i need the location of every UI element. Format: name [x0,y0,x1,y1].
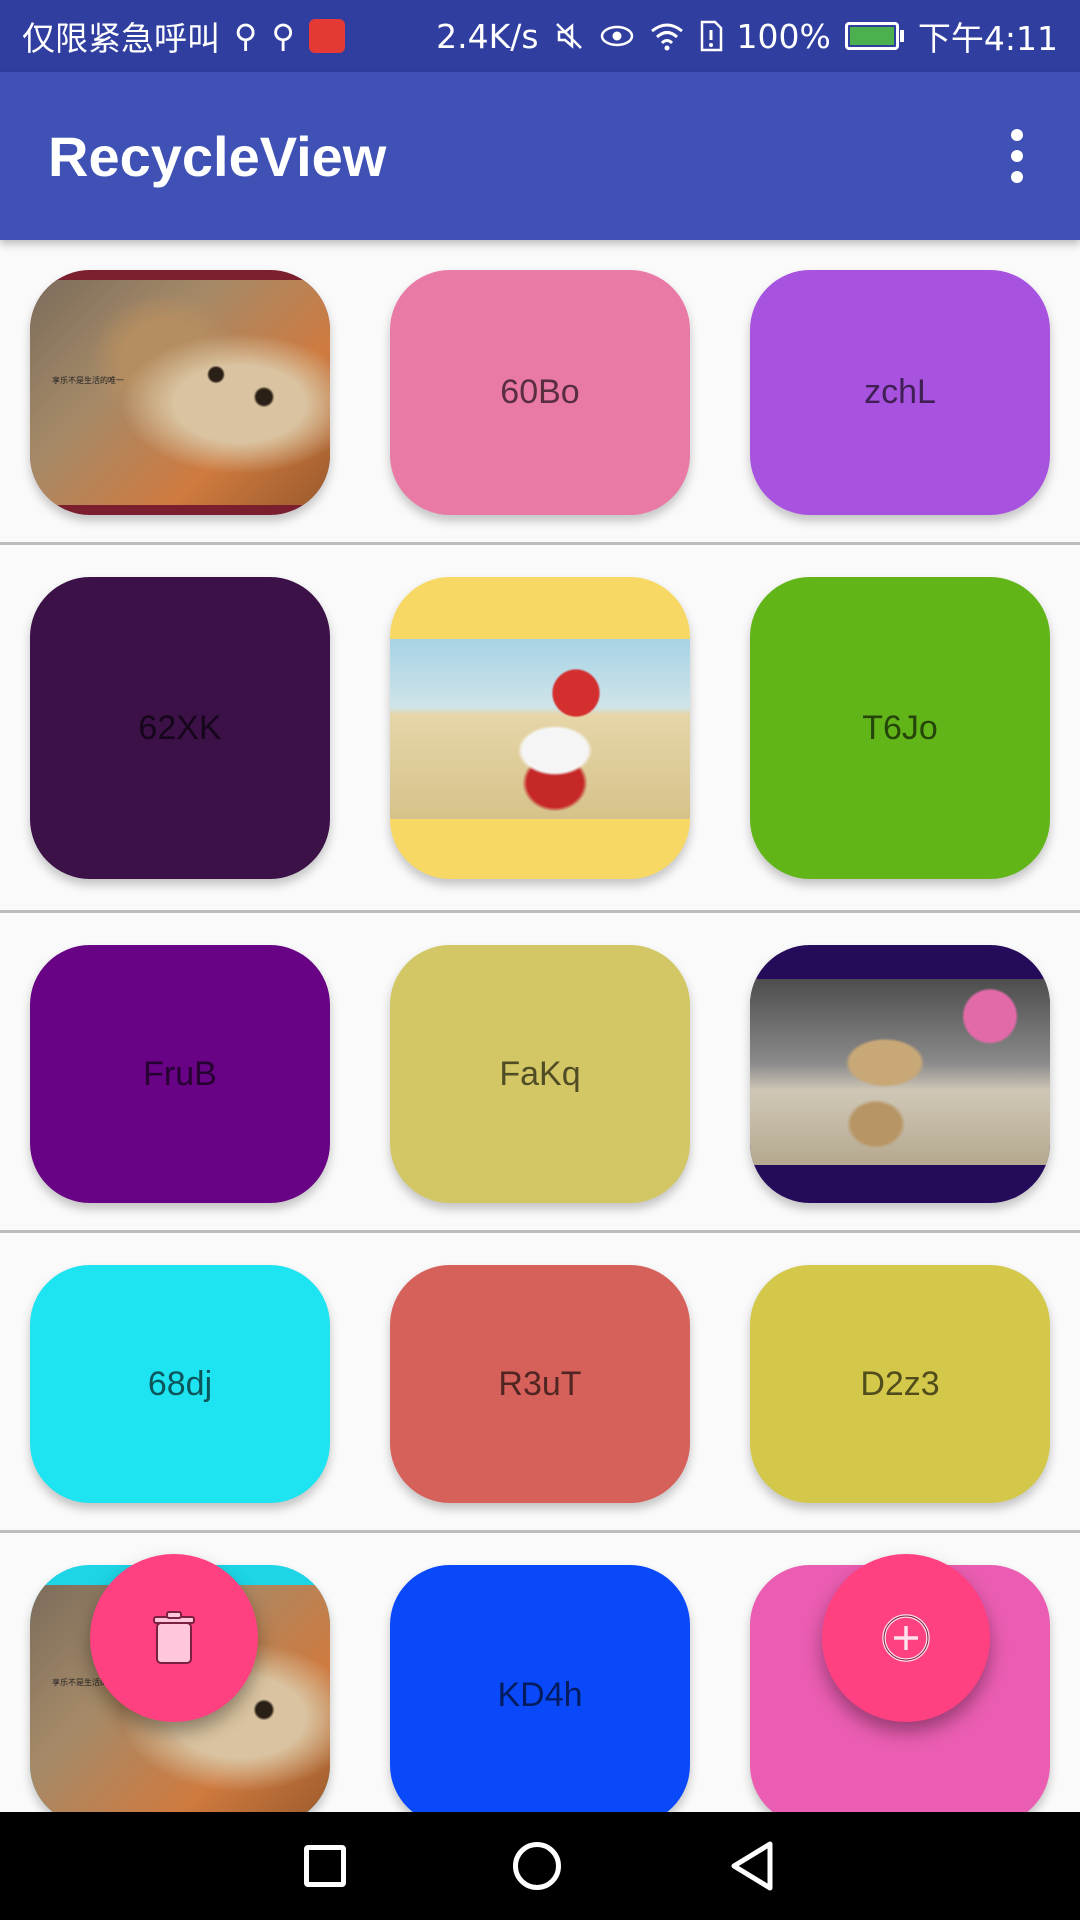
grid-card[interactable]: 68dj [30,1265,330,1503]
grid-card[interactable]: FruB [30,945,330,1203]
cat-photo [30,280,330,505]
grid-card-image[interactable] [750,945,1050,1203]
card-label: KD4h [497,1675,583,1714]
grid-row: 62XK T6Jo [0,545,1080,913]
card-label: zchL [864,373,936,411]
status-bar: 仅限紧急呼叫 ⚲ ⚲ 2.4K/s 100% 下午4:11 [0,0,1080,72]
grid-card[interactable]: 62XK [30,577,330,879]
card-label: T6Jo [862,708,938,747]
card-label: FruB [143,1054,217,1093]
card-label: FaKq [499,1054,581,1093]
grid-row: 享乐不是生活的唯一 60Bo zchL [0,240,1080,545]
grid-card-image[interactable] [390,577,690,879]
grid-card[interactable]: FaKq [390,945,690,1203]
grid-card-image[interactable]: 享乐不是生活的唯一 [30,270,330,515]
carrier-text: 仅限紧急呼叫 [22,19,220,58]
grid-card[interactable]: R3uT [390,1265,690,1503]
grid-card[interactable]: D2z3 [750,1265,1050,1503]
sim-icon [700,20,722,52]
grid-card[interactable]: 60Bo [390,270,690,515]
grid-row: 68dj R3uT D2z3 [0,1233,1080,1533]
network-speed: 2.4K/s [436,16,539,56]
card-label: 62XK [138,708,222,747]
back-icon[interactable] [728,1840,776,1892]
navigation-bar [0,1812,1080,1920]
recents-icon[interactable] [303,1845,346,1887]
photo-caption: 享乐不是生活的唯一 [52,376,124,386]
app-bar: RecycleView [0,72,1080,240]
grid-card[interactable]: KD4h [390,1565,690,1812]
mute-icon [555,23,582,49]
beach-photo [390,639,690,819]
grid-card[interactable]: T6Jo [750,577,1050,879]
danbo-photo [750,979,1050,1165]
add-circle-icon [882,1614,930,1662]
trash-icon [153,1611,195,1664]
wifi-icon [650,23,683,51]
delete-fab-button[interactable] [90,1554,258,1722]
overflow-menu-icon[interactable] [1002,129,1032,183]
card-label: R3uT [498,1364,582,1403]
grid-card[interactable]: zchL [750,270,1050,515]
battery-percent: 100% [736,16,831,56]
usb-icon: ⚲ [234,17,258,55]
grid-row: FruB FaKq [0,913,1080,1233]
home-icon[interactable] [512,1842,561,1890]
card-label: 60Bo [500,373,580,411]
card-label: D2z3 [860,1364,940,1403]
app-notification-icon [308,19,345,53]
usb-icon: ⚲ [271,17,295,55]
eye-icon [600,25,633,47]
card-label: 68dj [147,1364,213,1403]
add-fab-button[interactable] [822,1554,990,1722]
battery-icon [844,22,904,50]
app-title: RecycleView [48,124,387,188]
clock: 下午4:11 [917,19,1058,58]
